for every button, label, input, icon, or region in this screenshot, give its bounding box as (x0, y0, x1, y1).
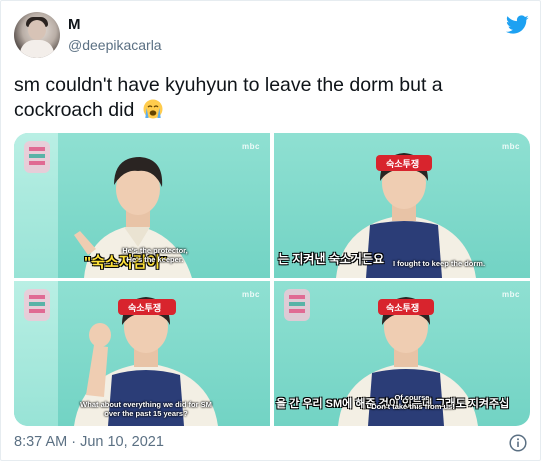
show-logo-icon (24, 289, 50, 321)
tweet-body: sm couldn't have kyuhyun to leave the do… (14, 74, 443, 121)
show-logo-icon (24, 141, 50, 173)
author-display-name[interactable]: M (68, 16, 81, 33)
twitter-bird-icon[interactable] (506, 15, 529, 35)
english-subtitle: Of course, Don't take this from us! (368, 393, 458, 411)
media-grid[interactable]: mbc "숙소지킴이" He's the protector, He's the… (14, 133, 530, 426)
loudly-crying-face-emoji-icon (143, 99, 163, 119)
english-subtitle: What about everything we did for SM over… (66, 400, 226, 418)
mbc-watermark: mbc (502, 290, 520, 299)
avatar-shoulders (20, 40, 54, 58)
korean-caption: 는 지켜낸 숙소거든요 (278, 252, 385, 266)
subtitle-line: Of course, (394, 393, 432, 402)
headband-text: 숙소투쟁 (128, 303, 162, 313)
media-image-4[interactable]: mbc 숙소투쟁 을 간 우리 SM에 해준 것이 있는데 그래도 지켜주십 O… (274, 281, 530, 426)
mbc-watermark: mbc (502, 142, 520, 151)
media-image-2[interactable]: mbc 숙소투쟁 는 지켜낸 숙소거든요 I fought to keep th… (274, 133, 530, 278)
show-logo-icon (284, 289, 310, 321)
media-image-3[interactable]: mbc 숙소투쟁 What about everything we did fo… (14, 281, 270, 426)
subtitle-line: Don't take this from us! (371, 402, 455, 411)
author-handle[interactable]: @deepikacarla (68, 37, 162, 53)
english-subtitle: He's the protector, He's the keeper. (110, 246, 200, 264)
avatar-face (28, 20, 46, 40)
english-subtitle: I fought to keep the dorm. (392, 259, 486, 268)
mbc-watermark: mbc (242, 290, 260, 299)
subtitle-line: He's the keeper. (126, 255, 184, 264)
avatar[interactable] (14, 12, 60, 58)
subtitle-line: over the past 15 years? (104, 409, 188, 418)
media-image-1[interactable]: mbc "숙소지킴이" He's the protector, He's the… (14, 133, 270, 278)
info-circle-icon[interactable] (509, 434, 527, 452)
subtitle-line: What about everything we did for SM (80, 400, 212, 409)
tweet-timestamp[interactable]: 8:37 AM · Jun 10, 2021 (14, 434, 164, 450)
mbc-watermark: mbc (242, 142, 260, 151)
headband-text: 숙소투쟁 (386, 303, 420, 313)
headband-text: 숙소투쟁 (386, 159, 420, 169)
tweet-card: M @deepikacarla sm couldn't have kyuhyun… (0, 0, 541, 461)
tweet-text: sm couldn't have kyuhyun to leave the do… (14, 73, 529, 123)
subtitle-line: He's the protector, (122, 246, 188, 255)
